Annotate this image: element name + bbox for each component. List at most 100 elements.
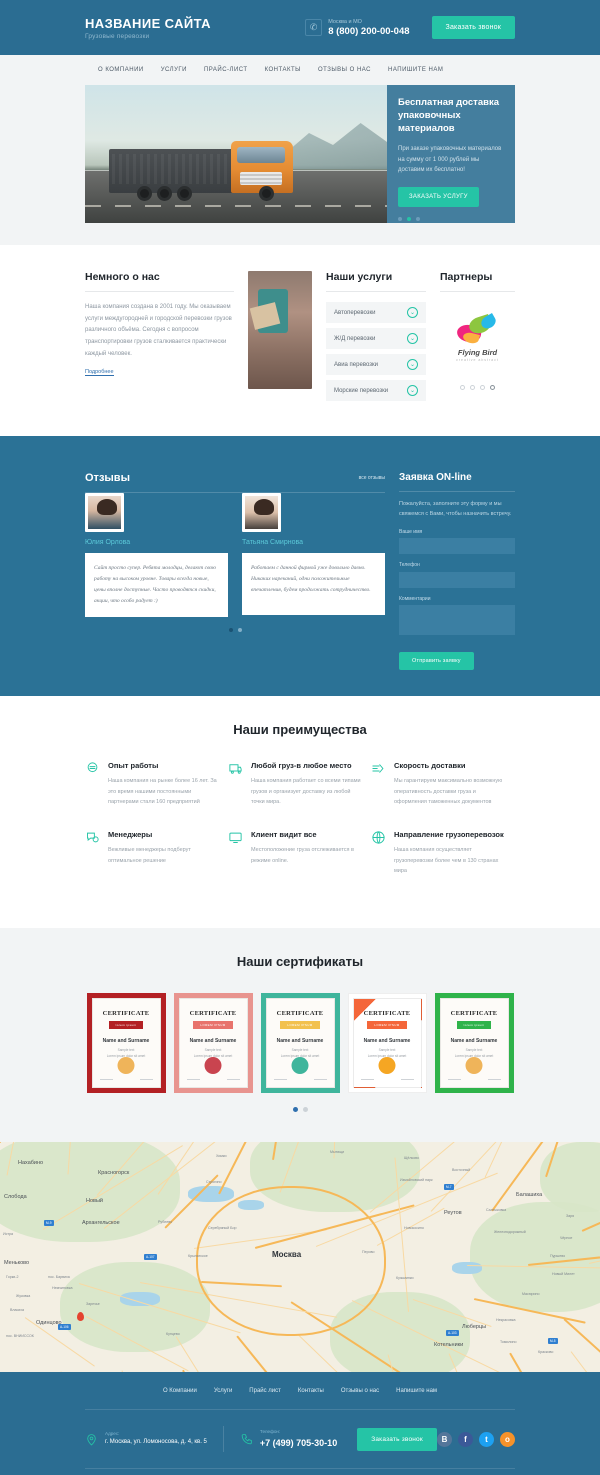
info-section: Немного о нас Наша компания создана в 20… — [0, 245, 600, 436]
header-callback-button[interactable]: Заказать звонок — [431, 16, 515, 39]
footer-nav-item-5[interactable]: Напишите нам — [396, 1388, 437, 1394]
footer-bottom: COPYRIGHT © 2016 НАЗВАНИЕ КОМПАНИИ megag… — [85, 1469, 515, 1475]
footer-nav-item-3[interactable]: Контакты — [298, 1388, 324, 1394]
advantage-title: Направление грузоперевозок — [394, 829, 504, 839]
nav-item-0[interactable]: О КОМПАНИИ — [98, 67, 144, 73]
contacts-map[interactable]: Нахабино Красногорск Слобода Новый Архангель… — [0, 1142, 600, 1373]
footer-callback-button[interactable]: Заказать звонок — [357, 1427, 437, 1451]
chevron-down-icon[interactable]: ⌄ — [407, 333, 418, 344]
site-header: НАЗВАНИЕ САЙТА Грузовые перевозки ✆ Моск… — [0, 0, 600, 55]
service-label: Авиа перевозки — [334, 361, 378, 368]
phone-input[interactable] — [399, 571, 515, 588]
phone-icon: ✆ — [305, 19, 323, 36]
certificate-dot-2[interactable] — [302, 1107, 308, 1113]
service-label: Автоперевозки — [334, 309, 376, 316]
advantage-title: Менеджеры — [108, 829, 153, 839]
map-road-shield-3: А-107 — [144, 1254, 157, 1261]
certificate-card-0[interactable]: CERTIFICATE lorem ipsum Name and Surname Sa… — [86, 993, 166, 1094]
certificate-seal-icon — [117, 1057, 135, 1075]
service-item-3[interactable]: Морские перевозки ⌄ — [326, 380, 426, 401]
chevron-down-icon[interactable]: ⌄ — [407, 385, 418, 396]
partner-dot-3[interactable] — [479, 385, 485, 390]
service-item-1[interactable]: Ж/Д перевозки ⌄ — [326, 328, 426, 349]
form-title: Заявка ON-line — [399, 472, 515, 492]
comments-textarea[interactable] — [399, 604, 515, 635]
certificate-seal-icon — [465, 1057, 483, 1075]
footer-address: Адрес: г. Москва, ул. Ломоносова, д. 4, … — [85, 1431, 207, 1448]
certificate-ribbon: LOREM IPSUM — [193, 1021, 233, 1030]
main-navigation: О КОМПАНИИ УСЛУГИ ПРАЙС-ЛИСТ КОНТАКТЫ ОТЗЫВЫ… — [0, 55, 600, 85]
advantage-item-4: Клиент видит все Местоположение груза отс… — [228, 830, 371, 877]
review-author: Юлия Орлова — [85, 539, 131, 546]
truck-illustration — [109, 135, 305, 201]
partner-dot-2[interactable] — [469, 385, 475, 390]
map-label-8: пос. Барвиха — [48, 1275, 70, 1280]
nav-item-5[interactable]: НАПИШИТЕ НАМ — [388, 67, 443, 73]
map-label-40: Кузьминки — [396, 1276, 414, 1281]
partner-logo[interactable]: Flying Bird creative abstract — [440, 302, 515, 374]
reviews-section: Отзывы все отзывы Юлия Орлова Сайт просто… — [0, 436, 600, 696]
hero-dot-1[interactable] — [398, 216, 402, 221]
review-card: Юлия Орлова Сайт просто супер. Ребята мол… — [85, 493, 228, 617]
certificate-dot-1[interactable] — [292, 1107, 298, 1113]
advantage-text: Наша компания на рынке более 16 лет. За … — [108, 778, 217, 806]
advantage-text: Наша компания осуществляет грузоперевозк… — [394, 847, 499, 874]
certificate-seal-icon — [291, 1057, 309, 1075]
nav-item-4[interactable]: ОТЗЫВЫ О НАС — [318, 67, 371, 73]
footer-phone: Телефон: +7 (499) 705-30-10 — [240, 1429, 337, 1450]
map-label-4: Архангельское — [82, 1220, 120, 1227]
footer-nav-item-0[interactable]: О Компании — [163, 1388, 197, 1394]
field-label-1: Телефон — [399, 562, 420, 569]
field-label-0: Ваше имя — [399, 528, 423, 535]
hero-order-button[interactable]: ЗАКАЗАТЬ УСЛУГУ — [398, 186, 479, 207]
nav-item-1[interactable]: УСЛУГИ — [161, 67, 187, 73]
certificate-name: Name and Surname — [276, 1038, 324, 1045]
partner-dot-1[interactable] — [459, 385, 465, 390]
chevron-down-icon[interactable]: ⌄ — [407, 307, 418, 318]
phone-value[interactable]: +7 (499) 705-30-10 — [260, 1436, 337, 1450]
footer-nav-item-4[interactable]: Отзывы о нас — [341, 1388, 379, 1394]
certificate-card-1[interactable]: CERTIFICATE LOREM IPSUM Name and Surname Sa… — [173, 993, 253, 1094]
vk-icon[interactable]: B — [437, 1431, 452, 1447]
certificates-slider-dots — [85, 1107, 515, 1113]
site-logo[interactable]: НАЗВАНИЕ САЙТА Грузовые перевозки — [85, 16, 211, 40]
footer-nav-item-1[interactable]: Услуги — [214, 1388, 232, 1394]
map-label-32: Щёлково — [404, 1156, 419, 1161]
service-item-2[interactable]: Авиа перевозки ⌄ — [326, 354, 426, 375]
review-text: Работаем с данной фирмой уже довольно да… — [242, 553, 385, 615]
odnoklassniki-icon[interactable]: o — [500, 1431, 515, 1447]
footer-nav-item-2[interactable]: Прайс лист — [249, 1388, 281, 1394]
chevron-down-icon[interactable]: ⌄ — [407, 359, 418, 370]
social-links: Bfto — [437, 1431, 515, 1447]
advantage-title: Клиент видит все — [251, 829, 317, 839]
services-title: Наши услуги — [326, 271, 426, 292]
nav-item-3[interactable]: КОНТАКТЫ — [265, 67, 301, 73]
facebook-icon[interactable]: f — [458, 1431, 473, 1447]
about-block: Немного о нас Наша компания создана в 20… — [85, 271, 235, 406]
phone-number[interactable]: 8 (800) 200-00-048 — [328, 26, 409, 37]
hero-dot-2[interactable] — [407, 216, 411, 221]
certificate-card-4[interactable]: CERTIFICATE lorem ipsum Name and Surname Sa… — [434, 993, 514, 1094]
certificate-card-2[interactable]: CERTIFICATE LOREM IPSUM Name and Surname Sa… — [260, 993, 340, 1094]
hero-dot-3[interactable] — [416, 216, 420, 221]
form-submit-button[interactable]: Отправить заявку — [399, 651, 474, 670]
address-value: г. Москва, ул. Ломоносова, д. 4, кв. 5 — [105, 1439, 207, 1446]
all-reviews-link[interactable]: все отзывы — [359, 475, 385, 481]
name-input[interactable] — [399, 538, 515, 555]
signature-line-right — [487, 1079, 501, 1081]
map-label-3: Новый — [86, 1198, 103, 1205]
nav-item-2[interactable]: ПРАЙС-ЛИСТ — [204, 67, 248, 73]
about-photo-column — [248, 271, 313, 406]
review-dot-2[interactable] — [237, 628, 242, 632]
review-dot-1[interactable] — [228, 628, 233, 632]
map-label-25: Котельники — [434, 1342, 464, 1349]
service-item-0[interactable]: Автоперевозки ⌄ — [326, 302, 426, 323]
partner-dot-4[interactable] — [489, 385, 495, 390]
signature-line-right — [400, 1079, 414, 1081]
about-more-link[interactable]: Подробнее — [85, 369, 114, 377]
advantage-title: Опыт работы — [108, 760, 159, 770]
twitter-icon[interactable]: t — [479, 1431, 494, 1447]
certificate-card-3[interactable]: CERTIFICATE LOREM IPSUM Name and Surname Sa… — [347, 993, 427, 1094]
map-label-19: Заря — [566, 1214, 575, 1219]
footer-divider — [222, 1426, 224, 1453]
